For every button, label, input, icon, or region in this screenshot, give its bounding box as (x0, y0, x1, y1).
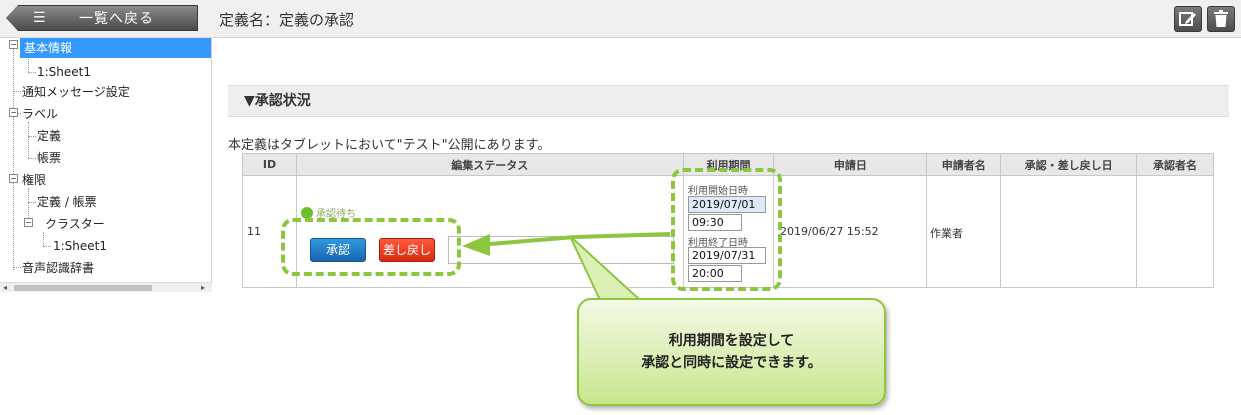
publish-notice: 本定義はタブレットにおいて"テスト"公開にあります。 (228, 138, 551, 153)
sidebar-item-label[interactable]: ラベル (22, 104, 58, 124)
column-header-status: 編集ステータス (295, 153, 684, 176)
scroll-left-icon[interactable]: ◂ (3, 283, 7, 293)
tree-line (28, 158, 36, 159)
sidebar-item-cluster-sheet1[interactable]: 1:Sheet1 (53, 236, 107, 256)
tree-line (13, 91, 21, 92)
tree-line (28, 72, 36, 73)
column-header-approval-date: 承認・差し戻し日 (1000, 153, 1138, 176)
trash-icon (1214, 10, 1228, 27)
buttons-highlight-frame (281, 218, 461, 276)
tree-line (13, 267, 21, 268)
column-header-approver: 承認者名 (1136, 153, 1214, 176)
tree-line (28, 202, 36, 203)
tree-line (43, 232, 44, 246)
scroll-right-icon[interactable]: ▸ (201, 283, 205, 293)
collapse-toggle-icon[interactable]: − (9, 108, 18, 117)
applicant-name: 作業者 (930, 227, 963, 240)
callout-line-1: 利用期間を設定して (668, 333, 795, 349)
comment-input[interactable] (448, 236, 674, 264)
column-header-applied-date: 申請日 (773, 153, 928, 176)
tree-line (28, 122, 29, 158)
tooltip-callout: 利用期間を設定して 承認と同時に設定できます。 (577, 298, 886, 406)
sidebar-item-voice-dictionary[interactable]: 音声認識辞書 (22, 258, 94, 278)
callout-line-2: 承認と同時に設定できます。 (641, 355, 822, 371)
sidebar-item-notification[interactable]: 通知メッセージ設定 (22, 82, 130, 102)
scrollbar-thumb[interactable] (14, 285, 152, 291)
approval-status-header: ▼承認状況 (228, 85, 1229, 117)
list-icon: ☰ (33, 10, 46, 26)
collapse-toggle-icon[interactable]: − (24, 218, 33, 227)
sidebar-horizontal-scrollbar[interactable]: ◂ ▸ (0, 282, 212, 292)
cell-approver (1136, 175, 1214, 288)
pending-status-icon (301, 206, 313, 219)
delete-button[interactable] (1207, 6, 1235, 32)
collapse-toggle-icon[interactable]: − (9, 174, 18, 183)
cell-approval-date (1000, 175, 1138, 288)
row-id: 11 (247, 225, 261, 238)
applied-date: 2019/06/27 15:52 (780, 225, 879, 238)
sidebar-item-form[interactable]: 帳票 (37, 148, 61, 168)
back-to-list-button[interactable]: ☰ 一覧へ戻る (6, 5, 198, 31)
column-header-id: ID (242, 153, 297, 176)
sidebar-tree: − − − − 基本情報 1:Sheet1 通知メッセージ設定 ラベル 定義 帳… (0, 38, 212, 292)
sidebar-item-basic-info[interactable]: 基本情報 (20, 38, 211, 58)
edit-button[interactable] (1174, 6, 1202, 32)
edit-icon (1179, 12, 1196, 26)
collapse-toggle-icon[interactable]: − (9, 40, 18, 49)
sidebar-item-cluster[interactable]: クラスター (45, 214, 105, 234)
tree-line (43, 246, 51, 247)
page-title: 定義名：定義の承認 (219, 11, 355, 29)
tree-line (13, 44, 14, 270)
sidebar-item-definition[interactable]: 定義 (37, 126, 61, 146)
tree-line (28, 56, 29, 72)
back-button-label: 一覧へ戻る (79, 11, 154, 27)
period-highlight-frame (671, 168, 782, 291)
sidebar-item-sheet1[interactable]: 1:Sheet1 (37, 62, 91, 82)
sidebar-item-definition-form[interactable]: 定義 / 帳票 (37, 192, 97, 212)
sidebar-item-permission[interactable]: 権限 (22, 170, 46, 190)
top-bar: ☰ 一覧へ戻る 定義名：定義の承認 (0, 0, 1241, 38)
tree-line (28, 136, 36, 137)
column-header-applicant: 申請者名 (926, 153, 1002, 176)
